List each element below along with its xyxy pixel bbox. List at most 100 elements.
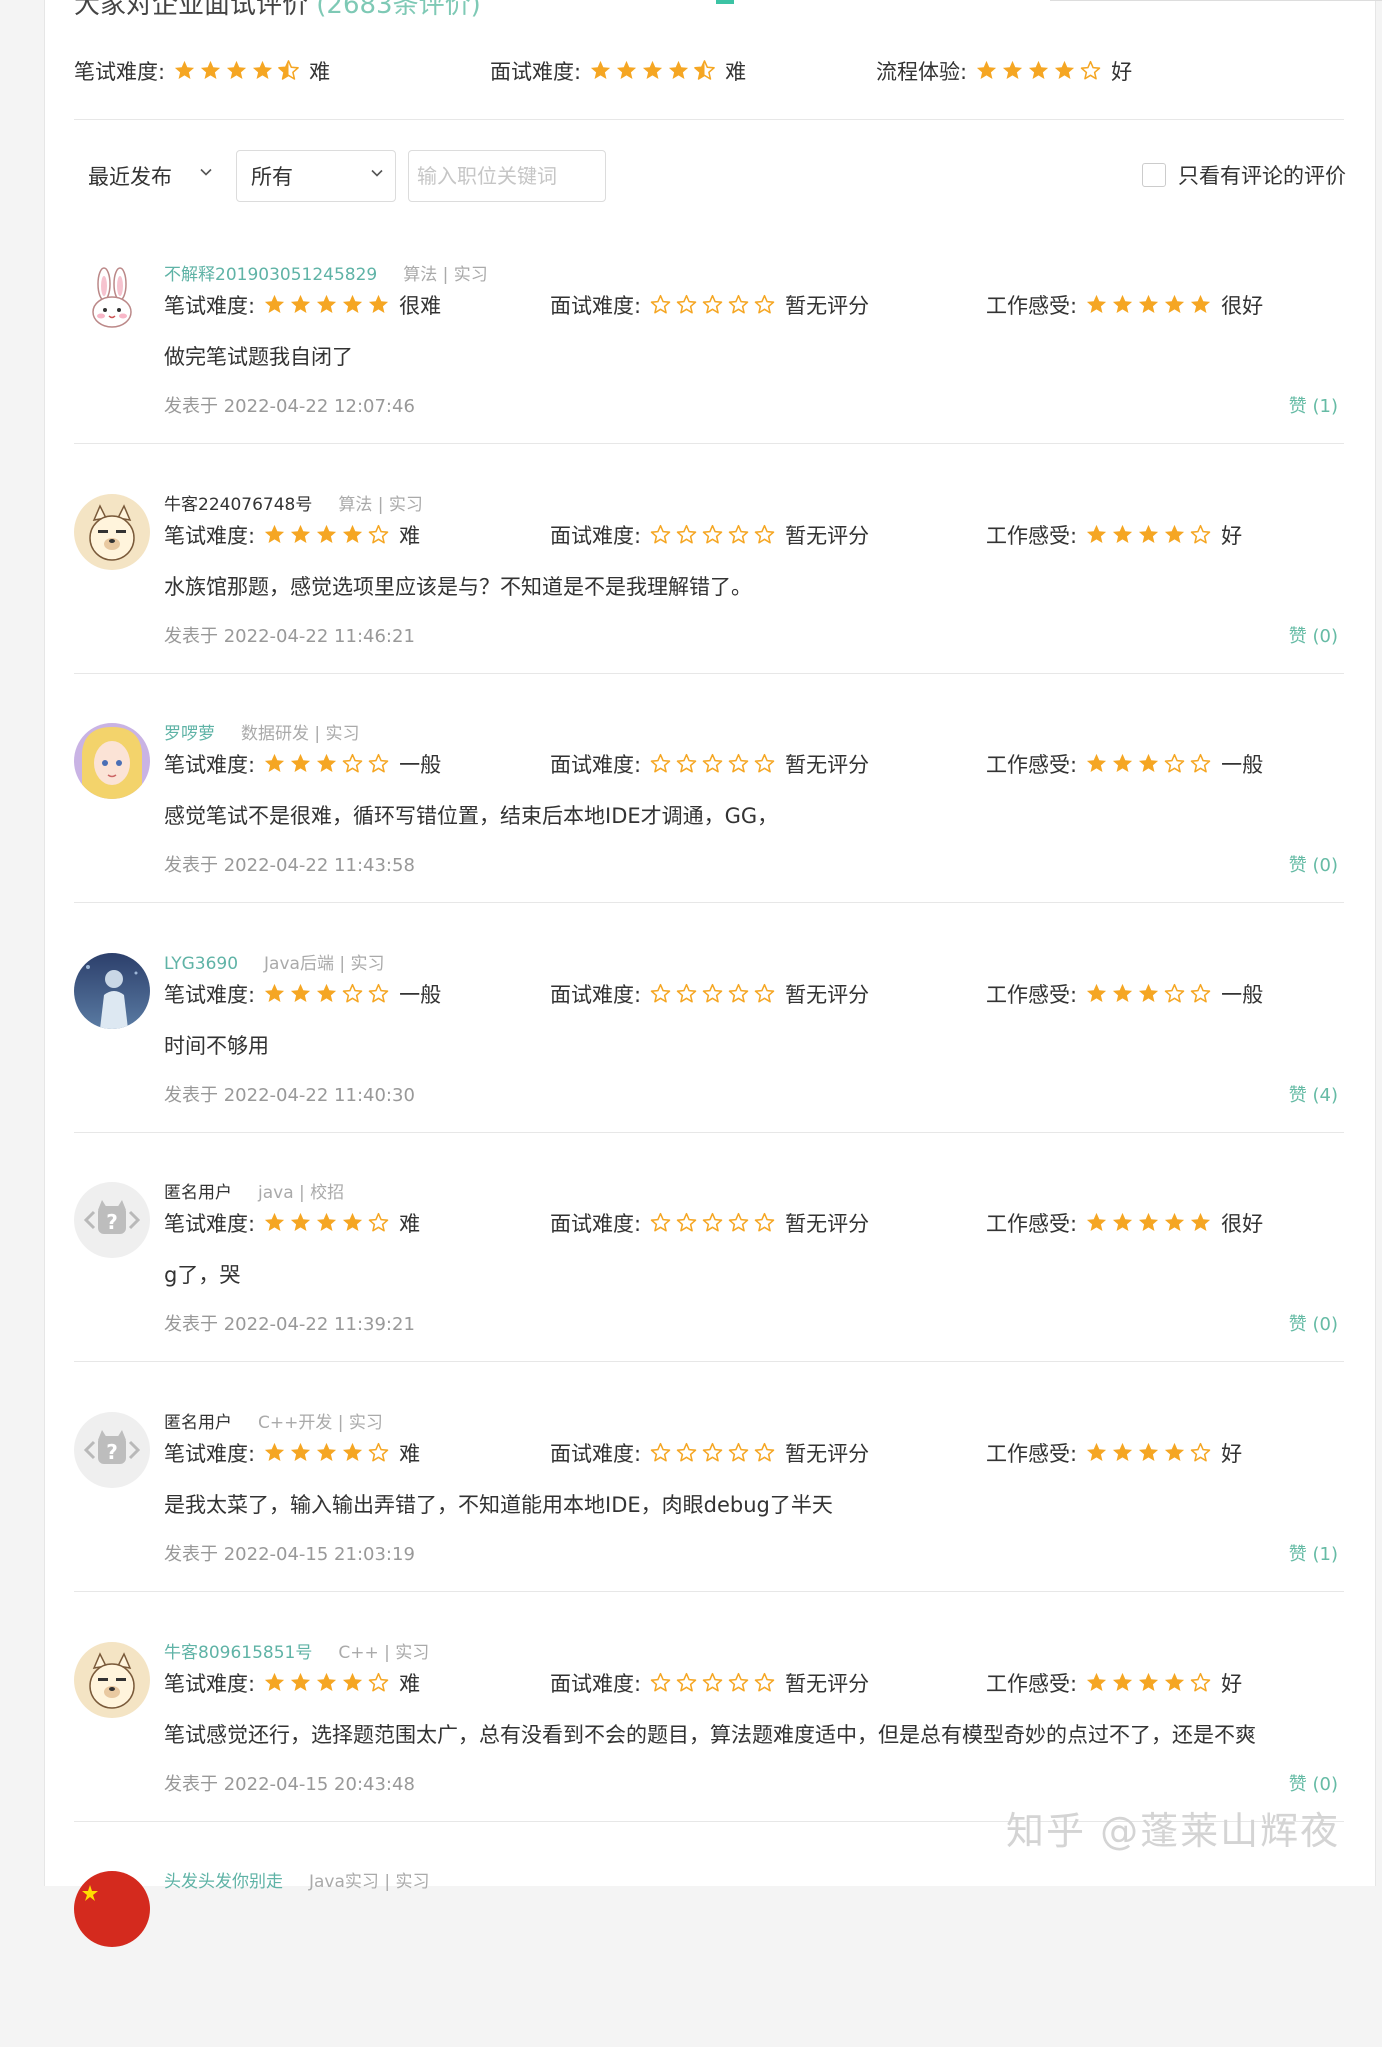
star-full-icon: [1085, 1671, 1110, 1695]
rating-label: 面试难度:: [550, 1672, 642, 1696]
star-empty-icon: [701, 293, 726, 317]
username-link[interactable]: 罗啰萝: [164, 724, 215, 744]
rating-word: 暂无评分: [785, 983, 870, 1007]
rating-row: 笔试难度: 难 面试难度: 暂无评分 工作感受: 好: [164, 1668, 1344, 1702]
star-empty-icon: [367, 1441, 392, 1465]
rating-label: 面试难度:: [550, 753, 642, 777]
star-rating: [589, 59, 719, 83]
user-line: LYG3690 Java后端 | 实习: [164, 949, 385, 974]
summary-word: 难: [725, 60, 747, 84]
username-link[interactable]: 牛客224076748号: [164, 495, 312, 515]
star-empty-icon: [1189, 1671, 1214, 1695]
star-full-icon: [289, 752, 314, 776]
rating-label: 面试难度:: [550, 1442, 642, 1466]
work-rating: 工作感受: 一般: [986, 979, 1263, 1009]
star-rating: [263, 1211, 393, 1235]
interview-rating: 面试难度: 暂无评分: [550, 1668, 869, 1698]
user-line: 匿名用户 java | 校招: [164, 1178, 344, 1203]
rating-word: 很难: [399, 294, 442, 318]
flag-avatar-icon[interactable]: [74, 1871, 150, 1947]
anime-girl-avatar-icon[interactable]: [74, 723, 150, 799]
rating-label: 工作感受:: [986, 1442, 1078, 1466]
username-link[interactable]: 匿名用户: [164, 1183, 232, 1203]
username-link[interactable]: 头发头发你别走: [164, 1872, 283, 1892]
like-button[interactable]: 赞 (1): [1289, 1540, 1338, 1566]
review-content: g了，哭: [164, 1263, 241, 1287]
only-commented-label: 只看有评论的评价: [1178, 164, 1346, 188]
job-meta: 数据研发 | 实习: [241, 724, 360, 744]
star-empty-icon: [727, 523, 752, 547]
star-full-icon: [263, 1441, 288, 1465]
star-full-icon: [1137, 1441, 1162, 1465]
star-empty-icon: [727, 982, 752, 1006]
star-full-icon: [1085, 982, 1110, 1006]
page-title: 大家对企业面试评价 (2683条评价): [74, 0, 481, 20]
only-commented-filter[interactable]: 只看有评论的评价: [1142, 160, 1346, 190]
star-empty-icon: [1079, 59, 1104, 83]
like-button[interactable]: 赞 (0): [1289, 622, 1338, 648]
star-empty-icon: [701, 1441, 726, 1465]
username-link[interactable]: 不解释201903051245829: [164, 265, 377, 285]
only-commented-checkbox[interactable]: [1142, 163, 1166, 187]
star-empty-icon: [1189, 982, 1214, 1006]
rating-word: 好: [1221, 524, 1243, 548]
rating-word: 暂无评分: [785, 1672, 870, 1696]
star-full-icon: [289, 523, 314, 547]
summary-written: 笔试难度: 难: [74, 56, 330, 86]
rating-word: 暂无评分: [785, 294, 870, 318]
star-empty-icon: [675, 982, 700, 1006]
rating-word: 好: [1221, 1672, 1243, 1696]
position-keyword-input[interactable]: [408, 150, 606, 202]
like-button[interactable]: 赞 (1): [1289, 392, 1338, 418]
review-content: 水族馆那题，感觉选项里应该是与？不知道是不是我理解错了。: [164, 575, 752, 599]
rating-label: 笔试难度:: [164, 983, 256, 1007]
review-date: 发表于 2022-04-22 11:39:21: [164, 1314, 415, 1335]
star-empty-icon: [649, 523, 674, 547]
summary-label: 面试难度:: [490, 60, 582, 84]
summary-label: 流程体验:: [876, 60, 968, 84]
star-full-icon: [315, 293, 340, 317]
work-rating: 工作感受: 好: [986, 520, 1242, 550]
job-meta: Java实习 | 实习: [309, 1872, 430, 1892]
rating-word: 一般: [1221, 753, 1264, 777]
written-rating: 笔试难度: 难: [164, 1208, 420, 1238]
user-line: 牛客224076748号 算法 | 实习: [164, 490, 423, 515]
work-rating: 工作感受: 好: [986, 1668, 1242, 1698]
like-button[interactable]: 赞 (0): [1289, 851, 1338, 877]
username-link[interactable]: 匿名用户: [164, 1413, 232, 1433]
username-link[interactable]: LYG3690: [164, 954, 238, 974]
nowcoder-dog-avatar-icon[interactable]: [74, 1642, 150, 1718]
review-date: 发表于 2022-04-15 20:43:48: [164, 1774, 415, 1795]
written-rating: 笔试难度: 难: [164, 520, 420, 550]
like-button[interactable]: 赞 (4): [1289, 1081, 1338, 1107]
rating-label: 笔试难度:: [164, 294, 256, 318]
review-item: 罗啰萝 数据研发 | 实习 笔试难度: 一般 面试难度: 暂无评分 工作感受: 一…: [74, 669, 1344, 899]
photo-avatar-icon[interactable]: [74, 953, 150, 1029]
like-button[interactable]: 赞 (0): [1289, 1310, 1338, 1336]
rabbit-avatar-icon[interactable]: [74, 264, 150, 340]
star-full-icon: [1163, 1671, 1188, 1695]
sort-dropdown[interactable]: 最近发布: [74, 150, 224, 202]
star-empty-icon: [367, 1211, 392, 1235]
job-meta: java | 校招: [258, 1183, 345, 1203]
svg-text:?: ?: [106, 1210, 118, 1234]
star-rating: [263, 1441, 393, 1465]
anonymous-avatar-icon[interactable]: ?: [74, 1182, 150, 1258]
rating-word: 一般: [399, 983, 442, 1007]
star-full-icon: [1085, 523, 1110, 547]
star-empty-icon: [649, 1441, 674, 1465]
rating-label: 工作感受:: [986, 294, 1078, 318]
star-half-icon: [693, 59, 718, 83]
star-empty-icon: [367, 523, 392, 547]
svg-text:?: ?: [106, 1440, 118, 1464]
type-dropdown[interactable]: 所有: [236, 150, 396, 202]
like-button[interactable]: 赞 (0): [1289, 1770, 1338, 1796]
star-rating: [649, 293, 779, 317]
written-rating: 笔试难度: 难: [164, 1668, 420, 1698]
star-full-icon: [315, 752, 340, 776]
star-empty-icon: [701, 1671, 726, 1695]
anonymous-avatar-icon[interactable]: ?: [74, 1412, 150, 1488]
username-link[interactable]: 牛客809615851号: [164, 1643, 312, 1663]
star-empty-icon: [675, 293, 700, 317]
nowcoder-dog-avatar-icon[interactable]: [74, 494, 150, 570]
